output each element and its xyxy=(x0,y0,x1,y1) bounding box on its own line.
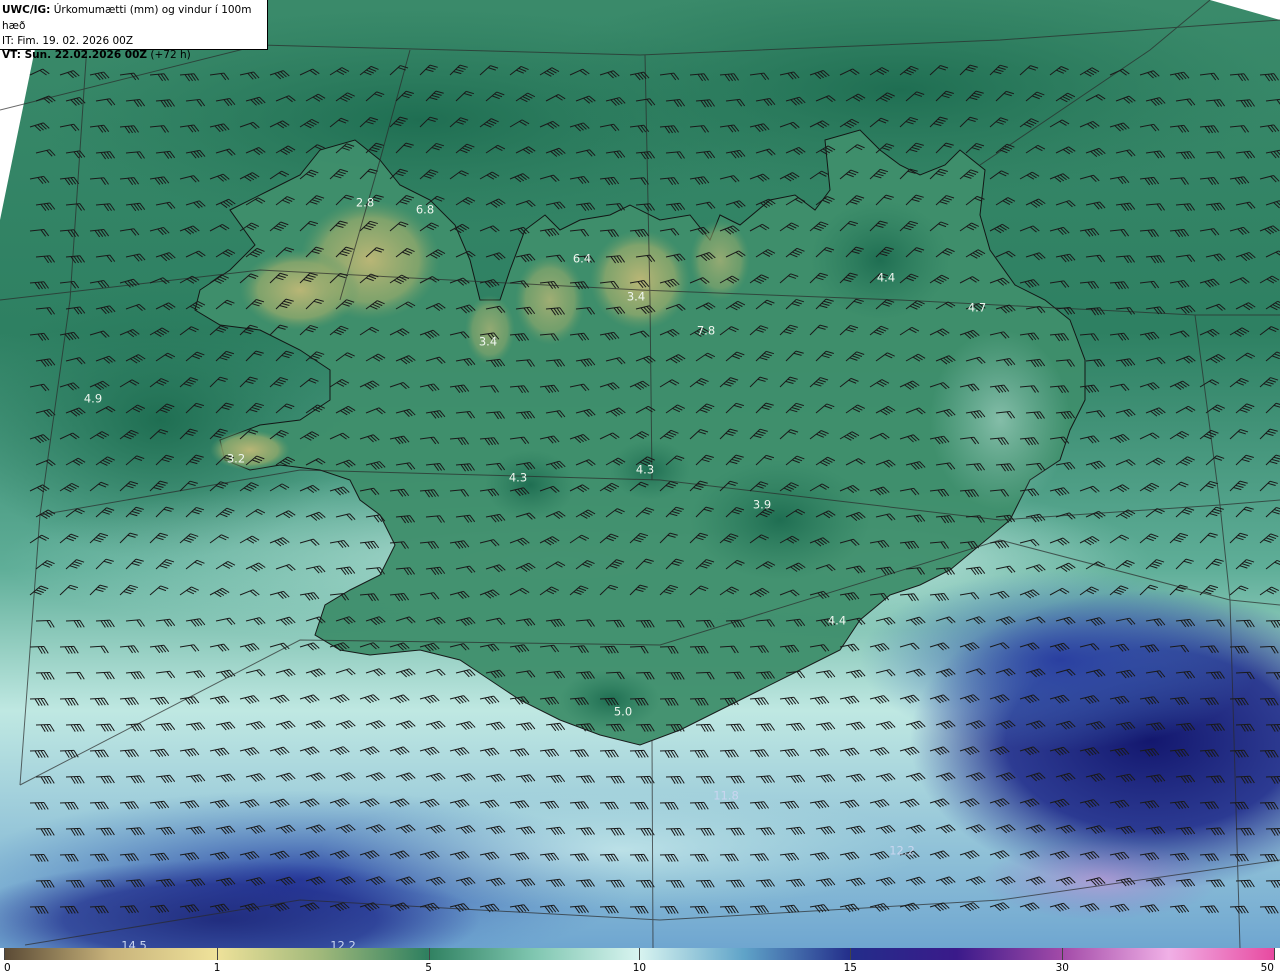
colorbar-tick-label: 15 xyxy=(843,962,857,974)
map-value-label: 4.4 xyxy=(877,271,895,285)
colorbar-tick-label: 5 xyxy=(425,962,432,974)
map-value-label: 4.3 xyxy=(636,463,654,477)
colorbar-tick-mark xyxy=(428,948,430,960)
colorbar-tick-mark xyxy=(4,948,5,960)
colorbar-tick-label: 0 xyxy=(4,962,11,974)
valid-time: VT: Sun. 22.02.2026 00Z xyxy=(2,49,148,61)
map-value-label: 4.3 xyxy=(509,471,527,485)
colorbar-legend: 0 1 5 10 15 30 50 xyxy=(0,948,1280,978)
title-line: UWC/IG: Úrkomumætti (mm) og vindur í 100… xyxy=(2,2,267,34)
map-value-label: 2.8 xyxy=(356,196,374,210)
colorbar-tick-label: 10 xyxy=(632,962,647,974)
model-name: UWC/IG: xyxy=(2,4,51,16)
map-value-label: 4.7 xyxy=(968,301,986,315)
colorbar-tick-mark xyxy=(217,948,219,960)
colorbar-tick-mark xyxy=(639,948,641,960)
map-value-label: 4.4 xyxy=(828,614,846,628)
map-value-label: 11.8 xyxy=(713,789,739,803)
colorbar-tick-mark xyxy=(1274,948,1275,960)
map-value-label: 12.2 xyxy=(889,844,915,858)
map-value-label: 6.4 xyxy=(573,252,591,266)
map-value-label: 5.0 xyxy=(614,705,632,719)
map-value-label: 3.4 xyxy=(479,335,497,349)
precipitation-wind-map: 2.8 6.8 6.4 3.4 7.8 3.4 4.4 4.7 4.9 3.2 4.3 4.3 3.9 4… xyxy=(0,0,1280,948)
map-value-label: 3.2 xyxy=(227,452,245,466)
lead-time: (+72 h) xyxy=(150,49,191,61)
colorbar-tick-label: 1 xyxy=(213,962,221,974)
valid-time-line: VT: Sun. 22.02.2026 00Z (+72 h) xyxy=(2,48,267,62)
map-value-label: 14.5 xyxy=(121,939,147,949)
map-value-label: 6.8 xyxy=(416,203,434,217)
map-value-label: 3.9 xyxy=(753,498,771,512)
colorbar-tick-mark xyxy=(1062,948,1064,960)
init-time: IT: Fim. 19. 02. 2026 00Z xyxy=(2,35,134,47)
map-value-label: 4.9 xyxy=(84,392,102,406)
map-value-label: 3.4 xyxy=(627,290,645,304)
colorbar-tick-mark xyxy=(850,948,852,960)
map-info-box: UWC/IG: Úrkomumætti (mm) og vindur í 100… xyxy=(0,0,268,61)
map-value-label: 7.8 xyxy=(697,324,715,338)
map-value-label: 12.2 xyxy=(330,939,356,949)
colorbar-tick-label: 30 xyxy=(1055,962,1069,974)
colorbar-tick-label: 50 xyxy=(1260,962,1274,974)
